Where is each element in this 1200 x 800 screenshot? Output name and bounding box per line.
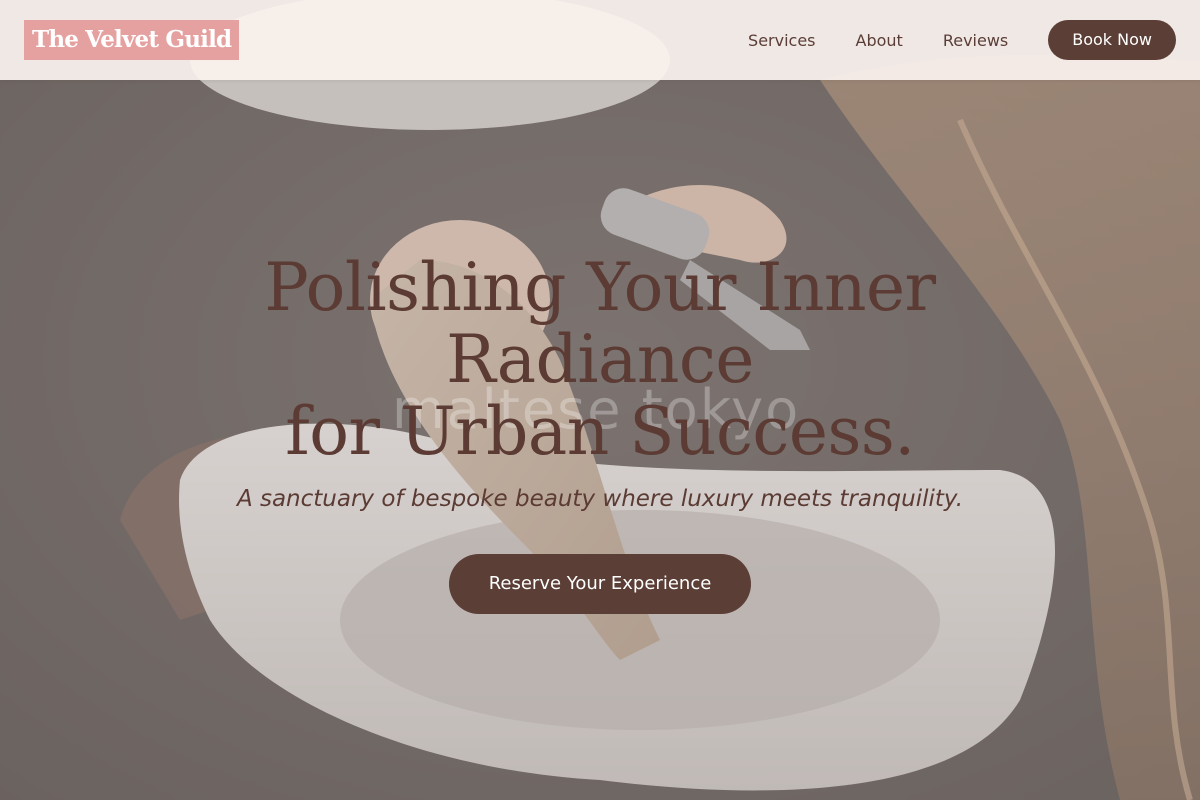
- page: maltese tokyo The Velvet Guild Services …: [0, 0, 1200, 800]
- reserve-experience-button[interactable]: Reserve Your Experience: [448, 554, 752, 614]
- hero-title-line-3: for Urban Success.: [285, 393, 915, 470]
- nav-link-about[interactable]: About: [856, 31, 903, 50]
- hero-title-line-2: Radiance: [446, 321, 754, 398]
- brand-logo[interactable]: The Velvet Guild: [24, 20, 240, 60]
- main-nav: Services About Reviews Book Now: [748, 0, 1176, 80]
- site-header: The Velvet Guild Services About Reviews …: [0, 0, 1200, 80]
- hero-subtitle: A sanctuary of bespoke beauty where luxu…: [236, 486, 964, 512]
- nav-link-services[interactable]: Services: [748, 31, 815, 50]
- hero-title-line-1: Polishing Your Inner: [264, 249, 936, 326]
- book-now-button[interactable]: Book Now: [1048, 20, 1176, 60]
- hero-title: Polishing Your Inner Radiance for Urban …: [100, 252, 1100, 468]
- nav-link-reviews[interactable]: Reviews: [943, 31, 1008, 50]
- hero-section: Polishing Your Inner Radiance for Urban …: [0, 252, 1200, 614]
